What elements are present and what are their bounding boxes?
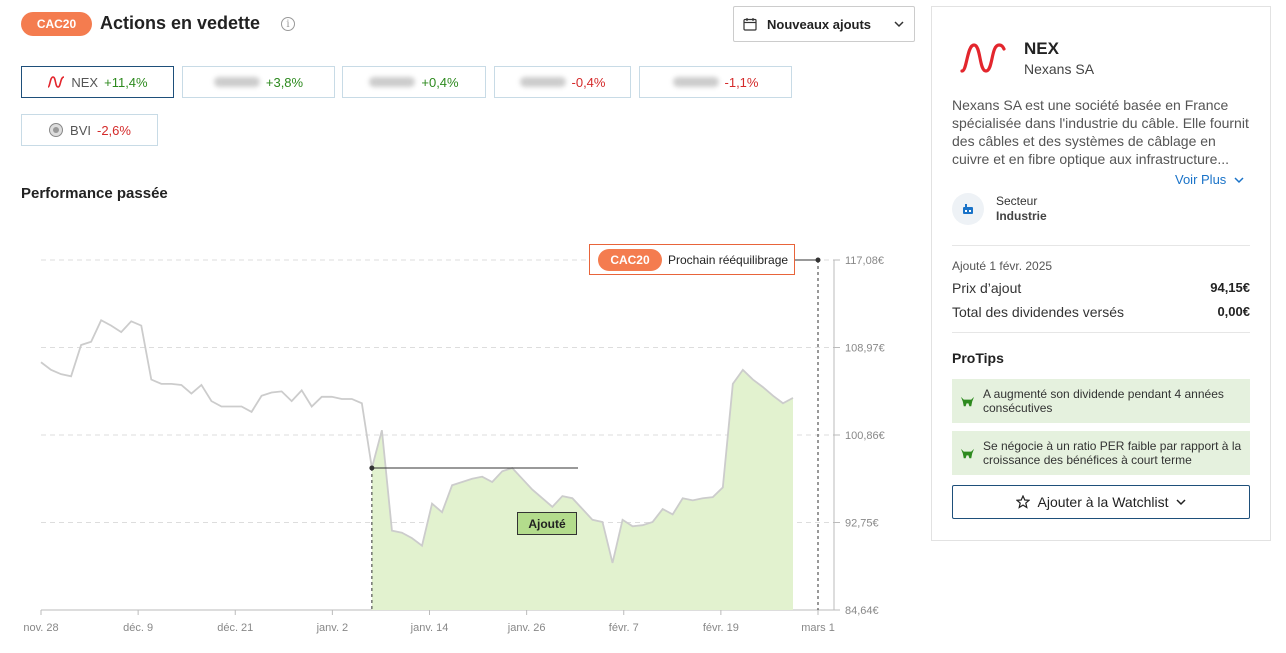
cac20-badge: CAC20 [21, 12, 92, 36]
divider [952, 245, 1250, 246]
stock-change: +3,8% [265, 74, 304, 90]
x-tick-label: nov. 28 [23, 622, 58, 634]
y-tick-label: 100,86€ [845, 430, 885, 442]
blurred-stock-name [672, 77, 719, 87]
protip-item: Se négocie à un ratio PER faible par rap… [952, 431, 1250, 475]
sector-icon [952, 193, 984, 225]
blurred-stock-name [213, 77, 260, 87]
sector-label: Secteur [996, 194, 1038, 208]
entry-price-value: 94,15€ [1210, 280, 1250, 295]
rebalance-callout: CAC20 Prochain rééquilibrage [589, 244, 795, 275]
stock-chip-3[interactable]: +0,4% [342, 66, 486, 98]
add-to-watchlist-button[interactable]: Ajouter à la Watchlist [952, 485, 1250, 519]
stock-change: -1,1% [724, 74, 759, 90]
added-point [369, 465, 375, 471]
x-tick-label: déc. 9 [123, 622, 153, 634]
stock-chip-2[interactable]: +3,8% [182, 66, 335, 98]
stock-symbol: BVI [70, 122, 91, 138]
stock-change: +0,4% [421, 74, 459, 90]
star-icon [1015, 495, 1030, 509]
stock-chip-4[interactable]: -0,4% [494, 66, 631, 98]
stock-chip-bvi[interactable]: BVI -2,6% [21, 114, 158, 146]
company-name: Nexans SA [1024, 61, 1095, 77]
page-title: Actions en vedette [100, 13, 261, 33]
stock-change: -0,4% [571, 74, 606, 90]
sort-dropdown[interactable]: Nouveaux ajouts [733, 6, 915, 42]
dividends-row: Total des dividendes versés 0,00€ [952, 304, 1250, 320]
x-tick-label: févr. 19 [703, 622, 739, 634]
company-description: Nexans SA est une société basée en Franc… [952, 97, 1249, 167]
protip-item: A augmenté son dividende pendant 4 année… [952, 379, 1250, 423]
factory-icon [963, 204, 973, 214]
rebalance-point [815, 257, 821, 263]
bull-icon [960, 448, 975, 458]
sector-value: Industrie [996, 209, 1047, 223]
y-tick-label: 84,64€ [845, 605, 879, 617]
x-tick-label: févr. 7 [609, 622, 639, 634]
dividends-label: Total des dividendes versés [952, 304, 1124, 320]
bureau-veritas-logo-icon [49, 123, 64, 137]
protips-title: ProTips [952, 350, 1004, 366]
stock-change: -2,6% [97, 122, 131, 138]
added-marker-label: Ajouté [517, 512, 577, 535]
added-date: Ajouté 1 févr. 2025 [952, 259, 1053, 273]
calendar-icon [743, 18, 757, 31]
divider [952, 332, 1250, 333]
stock-symbol: NEX [71, 74, 99, 90]
watchlist-label: Ajouter à la Watchlist [1037, 494, 1169, 510]
chevron-down-icon [1234, 176, 1244, 183]
stock-chip-nex[interactable]: NEX +11,4% [21, 66, 174, 98]
performance-title: Performance passée [21, 185, 168, 202]
stock-symbol: NEX [1024, 39, 1059, 58]
sort-label: Nouveaux ajouts [767, 16, 872, 32]
x-tick-label: mars 1 [801, 622, 835, 634]
stock-change: +11,4% [104, 74, 148, 90]
nexans-logo-icon [47, 76, 65, 88]
protip-text: A augmenté son dividende pendant 4 année… [983, 387, 1224, 415]
y-tick-label: 92,75€ [845, 518, 879, 530]
nexans-logo-icon [960, 43, 1006, 73]
blurred-stock-name [519, 77, 566, 87]
x-tick-label: janv. 2 [316, 622, 349, 634]
info-icon[interactable]: i [281, 17, 295, 31]
protip-text: Se négocie à un ratio PER faible par rap… [983, 439, 1242, 467]
performance-chart: 117,08€ 108,97€ 100,86€ 92,75€ 84,64€ nov. 2… [23, 255, 885, 634]
dividends-value: 0,00€ [1217, 304, 1250, 319]
x-tick-label: déc. 21 [217, 622, 253, 634]
stock-chip-5[interactable]: -1,1% [639, 66, 792, 98]
chevron-down-icon [1176, 499, 1187, 506]
y-tick-label: 108,97€ [845, 343, 885, 355]
x-tick-label: janv. 14 [410, 622, 449, 634]
rebalance-label: Prochain rééquilibrage [668, 252, 789, 267]
x-tick-label: janv. 26 [507, 622, 546, 634]
chevron-down-icon [894, 21, 904, 28]
entry-price-row: Prix d’ajout 94,15€ [952, 280, 1250, 296]
stock-detail-panel: NEX Nexans SA Nexans SA est une société … [931, 6, 1271, 541]
y-tick-label: 117,08€ [845, 255, 884, 267]
bull-icon [960, 396, 975, 406]
rebalance-badge: CAC20 [598, 248, 662, 271]
entry-price-label: Prix d’ajout [952, 280, 1022, 296]
voir-plus-label: Voir Plus [1175, 172, 1227, 187]
blurred-stock-name [369, 77, 416, 87]
voir-plus-link[interactable]: Voir Plus [1175, 172, 1244, 187]
